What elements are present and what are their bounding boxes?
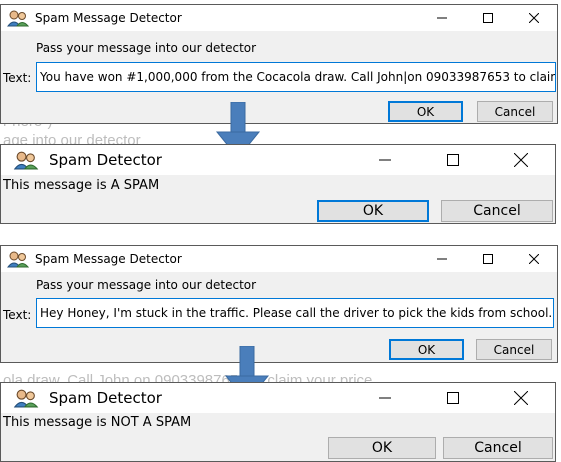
close-icon (529, 254, 539, 264)
maximize-button[interactable] (465, 5, 511, 31)
minimize-button[interactable] (351, 145, 419, 175)
minimize-button[interactable] (419, 246, 465, 272)
users-icon (7, 10, 29, 27)
result-message: This message is NOT A SPAM (3, 415, 192, 430)
maximize-icon (447, 154, 459, 166)
minimize-button[interactable] (419, 5, 465, 31)
cancel-button[interactable]: Cancel (443, 437, 553, 459)
window-title: Spam Message Detector (35, 252, 182, 266)
minimize-icon (379, 159, 391, 161)
message-input[interactable]: You have won #1,000,000 from the Cocacol… (36, 62, 556, 92)
title-bar[interactable]: Spam Detector (1, 145, 555, 175)
input-dialog-spam-example: Spam Message Detector Pass your message … (0, 4, 558, 124)
close-icon (514, 391, 528, 405)
ok-button[interactable]: OK (317, 200, 429, 222)
maximize-icon (447, 392, 459, 404)
title-bar[interactable]: Spam Message Detector (1, 246, 557, 272)
minimize-icon (437, 17, 447, 19)
users-icon (7, 251, 29, 268)
close-button[interactable] (511, 5, 557, 31)
users-icon (13, 389, 39, 408)
users-icon (13, 151, 39, 170)
result-message: This message is A SPAM (3, 178, 160, 193)
prompt-label: Pass your message into our detector (36, 278, 257, 292)
input-dialog-ham-example: Spam Message Detector Pass your message … (0, 245, 558, 363)
minimize-icon (379, 397, 391, 399)
ok-button[interactable]: OK (389, 339, 464, 360)
minimize-button[interactable] (351, 383, 419, 413)
window-title: Spam Detector (49, 389, 162, 407)
close-icon (529, 13, 539, 23)
cancel-button[interactable]: Cancel (477, 101, 553, 122)
window-title: Spam Message Detector (35, 11, 182, 25)
message-input[interactable]: Hey Honey, I'm stuck in the traffic. Ple… (36, 298, 554, 328)
close-icon (514, 153, 528, 167)
minimize-icon (437, 258, 447, 260)
ok-button[interactable]: OK (328, 437, 436, 459)
text-field-label: Text: (3, 308, 32, 322)
maximize-icon (483, 13, 493, 23)
result-dialog-not-spam: Spam Detector This message is NOT A SPAM… (0, 382, 556, 462)
close-button[interactable] (487, 383, 555, 413)
close-button[interactable] (487, 145, 555, 175)
result-dialog-spam: Spam Detector This message is A SPAM OK … (0, 144, 556, 224)
cancel-button[interactable]: Cancel (441, 200, 553, 222)
maximize-button[interactable] (419, 145, 487, 175)
cancel-button[interactable]: Cancel (476, 339, 552, 360)
ok-button[interactable]: OK (388, 101, 463, 122)
close-button[interactable] (511, 246, 557, 272)
maximize-button[interactable] (419, 383, 487, 413)
maximize-icon (483, 254, 493, 264)
prompt-label: Pass your message into our detector (36, 41, 257, 55)
window-title: Spam Detector (49, 151, 162, 169)
maximize-button[interactable] (465, 246, 511, 272)
text-field-label: Text: (3, 71, 32, 85)
title-bar[interactable]: Spam Message Detector (1, 5, 557, 31)
title-bar[interactable]: Spam Detector (1, 383, 555, 413)
